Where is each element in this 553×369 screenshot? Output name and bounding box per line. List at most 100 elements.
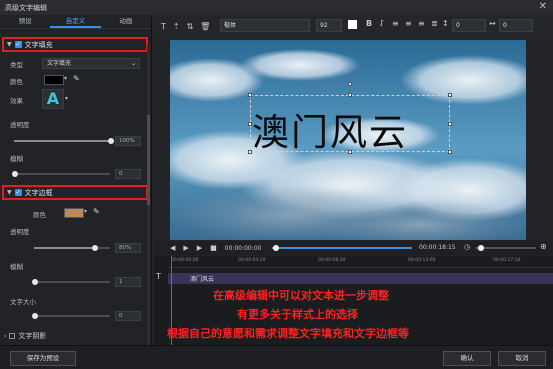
type-select[interactable]: 文字填充 ⌄ <box>42 58 140 69</box>
border-opacity-slider[interactable] <box>34 245 110 251</box>
ruler-tick: 00:00:00:00 <box>171 258 199 263</box>
rotate-handle[interactable] <box>348 82 352 86</box>
playback-bar: ◀ ▶ ▶ ■ 00:00:00:00 00:00:18:15 ◷ ⊕ <box>154 241 553 255</box>
progress-track[interactable] <box>272 247 412 249</box>
blur-label: 模糊 <box>10 155 23 163</box>
type-label: 类型 <box>10 61 23 69</box>
play-icon[interactable]: ▶ <box>183 244 188 252</box>
chevron-down-icon[interactable]: ▾ <box>84 208 87 215</box>
resize-handle[interactable] <box>448 150 452 154</box>
eyedropper-icon[interactable]: ✎ <box>73 74 80 83</box>
progress-knob[interactable] <box>273 245 279 251</box>
ok-button[interactable]: 确认 <box>443 351 491 366</box>
chevron-down-icon[interactable]: ▾ <box>65 95 68 102</box>
resize-handle[interactable] <box>448 93 452 97</box>
tab-animation[interactable]: 动画 <box>101 15 151 28</box>
font-size-value: 92 <box>320 22 328 29</box>
text-align-icon[interactable]: ⇡ <box>173 22 180 31</box>
text-track-icon: T <box>156 272 161 281</box>
properties-panel: 预设 自定义 动画 ▼ ✓ 文字填充 类型 文字填充 ⌄ 颜色 ▾ ✎ 效果 A… <box>0 15 152 345</box>
zoom-track[interactable] <box>476 247 536 249</box>
bold-icon[interactable]: B <box>366 19 372 28</box>
chevron-down-icon[interactable]: ▾ <box>64 75 67 82</box>
window-title: 高级文字编辑 <box>5 3 47 12</box>
text-resize-icon[interactable]: ⇅ <box>187 22 194 31</box>
border-blur-value[interactable]: 1 <box>115 277 141 287</box>
save-preset-button[interactable]: 保存为预设 <box>10 351 76 366</box>
ruler-tick: 00:00:17:10 <box>493 258 521 263</box>
border-section-header[interactable]: ▼ ✓ 文字边框 <box>2 185 148 200</box>
total-time: 00:00:18:15 <box>419 244 456 251</box>
checkbox-icon[interactable] <box>9 333 16 339</box>
annotation-line-3: 根据自己的意愿和需求调整文字填充和文字边框等 <box>167 327 409 340</box>
fill-section-header[interactable]: ▼ ✓ 文字填充 <box>2 37 148 52</box>
fill-color-swatch[interactable] <box>44 75 64 85</box>
fill-blur-slider[interactable] <box>12 171 110 177</box>
stop-icon[interactable]: ■ <box>210 244 217 252</box>
text-color-swatch[interactable] <box>348 20 357 29</box>
color-label: 颜色 <box>10 78 23 86</box>
tab-bar: 预设 自定义 动画 <box>0 15 151 29</box>
font-select[interactable]: 楷体 <box>220 19 310 32</box>
line-spacing-input[interactable]: 0 <box>452 19 486 32</box>
play-icon[interactable]: ◀ <box>170 244 175 252</box>
preview-canvas[interactable]: 澳门风云 <box>170 40 526 240</box>
fill-opacity-slider[interactable] <box>14 138 114 144</box>
align-center-icon[interactable]: ≡ <box>405 19 412 28</box>
border-size-slider[interactable] <box>32 313 110 319</box>
step-forward-icon[interactable]: ▶ <box>197 244 202 252</box>
resize-handle[interactable] <box>448 122 452 126</box>
footer: 保存为预设 确认 取消 <box>0 345 553 369</box>
border-opacity-value[interactable]: 80% <box>115 243 141 253</box>
timeline-ruler: 00:00:00:00 00:00:04:20 00:00:08:20 00:0… <box>168 256 553 268</box>
align-right-icon[interactable]: ≡ <box>418 19 425 28</box>
fill-blur-value[interactable]: 0 <box>115 169 141 179</box>
font-select-value: 楷体 <box>224 22 237 29</box>
italic-icon[interactable]: I <box>380 19 383 28</box>
panel-scrollbar[interactable] <box>147 45 150 345</box>
clip-label: 澳门风云 <box>190 276 215 283</box>
chevron-down-icon: ▼ <box>7 189 12 196</box>
shadow-section-title: 文字阴影 <box>18 332 47 340</box>
effect-preview[interactable]: A <box>42 89 64 109</box>
text-clip[interactable]: 澳门风云 <box>168 273 553 284</box>
border-blur-slider[interactable] <box>32 279 110 285</box>
zoom-knob[interactable] <box>478 245 484 251</box>
border-color-label: 颜色 <box>33 211 46 219</box>
fill-opacity-value[interactable]: 100% <box>115 136 141 146</box>
cancel-button[interactable]: 取消 <box>498 351 546 366</box>
tab-preset[interactable]: 预设 <box>0 15 50 28</box>
close-icon[interactable]: ✕ <box>539 1 547 12</box>
border-size-label: 文字大小 <box>10 298 36 306</box>
text-add-icon[interactable]: T <box>161 22 166 31</box>
canvas-text[interactable]: 澳门风云 <box>252 102 408 156</box>
checkbox-icon[interactable]: ✓ <box>14 41 22 48</box>
line-spacing-icon[interactable]: ↕ <box>442 19 449 28</box>
border-size-value[interactable]: 0 <box>115 311 141 321</box>
slider-knob[interactable] <box>12 171 18 177</box>
align-left-icon[interactable]: ≡ <box>392 19 399 28</box>
delete-icon[interactable]: 🗑 <box>200 22 210 31</box>
char-spacing-icon[interactable]: ↔ <box>489 19 496 28</box>
ruler-tick: 00:00:13:00 <box>408 258 436 263</box>
font-size-select[interactable]: 92 <box>316 19 342 32</box>
opacity-label: 透明度 <box>10 121 30 129</box>
checkbox-icon[interactable]: ✓ <box>14 189 22 196</box>
resize-handle[interactable] <box>348 93 352 97</box>
zoom-in-icon[interactable]: ⊕ <box>540 242 547 251</box>
slider-knob[interactable] <box>32 279 38 285</box>
border-color-swatch[interactable] <box>64 208 84 218</box>
shadow-section-header[interactable]: › 文字阴影 <box>4 331 46 341</box>
align-justify-icon[interactable]: ≣ <box>431 19 438 28</box>
char-spacing-input[interactable]: 0 <box>499 19 533 32</box>
slider-knob[interactable] <box>92 245 98 251</box>
fill-section-title: 文字填充 <box>24 40 53 49</box>
slider-knob[interactable] <box>32 313 38 319</box>
chevron-right-icon: › <box>4 332 7 340</box>
tab-custom[interactable]: 自定义 <box>50 15 101 28</box>
eyedropper-icon[interactable]: ✎ <box>93 207 100 216</box>
title-bar: 高级文字编辑 ✕ <box>0 0 553 15</box>
clock-icon[interactable]: ◷ <box>464 243 470 251</box>
resize-handle[interactable] <box>248 93 252 97</box>
slider-knob[interactable] <box>108 138 114 144</box>
